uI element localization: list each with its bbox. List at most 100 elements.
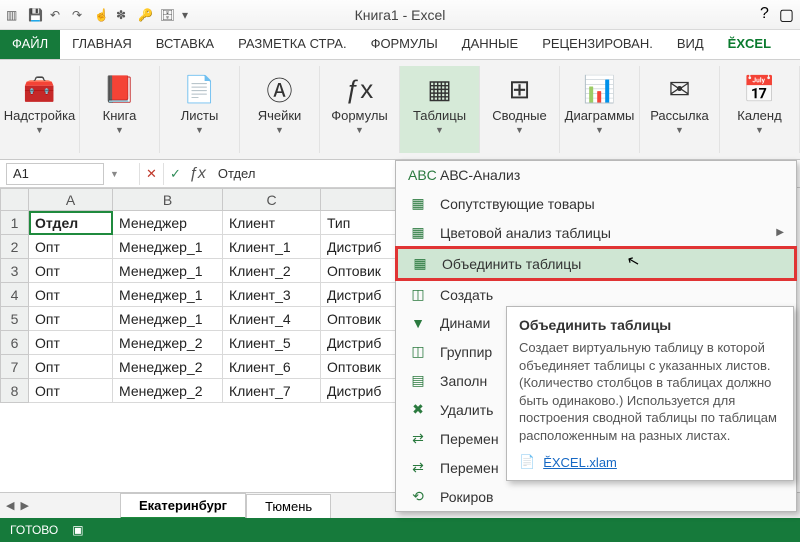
select-all[interactable]: [1, 189, 29, 211]
row-header-2[interactable]: 2: [1, 235, 29, 259]
tooltip-link[interactable]: ĔXCEL.xlam: [543, 455, 617, 470]
ribbon-рассылка[interactable]: ✉Рассылка▼: [640, 66, 720, 153]
caret-down-icon: ▼: [275, 125, 284, 135]
ribbon-opts-icon[interactable]: ▢: [779, 5, 794, 25]
row-header-6[interactable]: 6: [1, 331, 29, 355]
cancel-edit-icon[interactable]: ✕: [139, 163, 163, 185]
touch-icon[interactable]: ☝: [94, 8, 108, 22]
cell-A6[interactable]: Опт: [29, 331, 113, 355]
ribbon: 🧰Надстройка▼📕Книга▼📄Листы▼ⒶЯчейки▼ƒxФорм…: [0, 60, 800, 160]
cell-A4[interactable]: Опт: [29, 283, 113, 307]
menu-item-icon: ▤: [408, 372, 428, 389]
листы-icon: 📄: [183, 72, 217, 106]
tab-review[interactable]: РЕЦЕНЗИРОВАН.: [530, 30, 665, 59]
cell-B8[interactable]: Менеджер_2: [113, 379, 223, 403]
menu-item[interactable]: ⟲Рокиров: [396, 482, 796, 511]
menu-item-icon: ✖: [408, 401, 428, 418]
cell-C8[interactable]: Клиент_7: [223, 379, 321, 403]
caret-down-icon: ▼: [755, 125, 764, 135]
col-header-C[interactable]: C: [223, 189, 321, 211]
cell-C3[interactable]: Клиент_2: [223, 259, 321, 283]
sheet-nav-prev-icon[interactable]: ◀: [6, 499, 14, 512]
cell-C6[interactable]: Клиент_5: [223, 331, 321, 355]
namebox-caret-icon[interactable]: ▼: [110, 169, 119, 179]
ribbon-диаграммы[interactable]: 📊Диаграммы▼: [560, 66, 640, 153]
menu-item-icon: ▦: [408, 224, 428, 241]
row-header-1[interactable]: 1: [1, 211, 29, 235]
cell-B4[interactable]: Менеджер_1: [113, 283, 223, 307]
key-icon[interactable]: 🔑: [138, 8, 152, 22]
menu-item-icon: ◫: [408, 286, 428, 303]
tab-data[interactable]: ДАННЫЕ: [450, 30, 530, 59]
tooltip: Объединить таблицы Создает виртуальную т…: [506, 306, 794, 481]
ribbon-листы[interactable]: 📄Листы▼: [160, 66, 240, 153]
cell-B6[interactable]: Менеджер_2: [113, 331, 223, 355]
календ-icon: 📅: [743, 72, 777, 106]
caret-down-icon: ▼: [115, 125, 124, 135]
cell-B7[interactable]: Менеджер_2: [113, 355, 223, 379]
ribbon-формулы[interactable]: ƒxФормулы▼: [320, 66, 400, 153]
menu-item[interactable]: ◫Создать: [396, 280, 796, 309]
redo-icon[interactable]: ↷: [72, 8, 86, 22]
save-icon[interactable]: 💾: [28, 8, 42, 22]
fx-icon[interactable]: ƒx: [187, 165, 212, 183]
cell-A5[interactable]: Опт: [29, 307, 113, 331]
tab-home[interactable]: ГЛАВНАЯ: [60, 30, 144, 59]
caret-down-icon: ▼: [675, 125, 684, 135]
server-icon[interactable]: 🗄: [160, 8, 174, 22]
sheet-tab-active[interactable]: Екатеринбург: [120, 493, 246, 519]
sheet-tab-other[interactable]: Тюмень: [246, 494, 331, 518]
cell-A2[interactable]: Опт: [29, 235, 113, 259]
рассылка-icon: ✉: [663, 72, 697, 106]
macro-record-icon[interactable]: ▣: [72, 523, 83, 537]
caret-down-icon: ▼: [435, 125, 444, 135]
col-header-A[interactable]: A: [29, 189, 113, 211]
confirm-edit-icon[interactable]: ✓: [163, 163, 187, 185]
cell-B2[interactable]: Менеджер_1: [113, 235, 223, 259]
cell-A1[interactable]: Отдел: [29, 211, 113, 235]
tab-formulas[interactable]: ФОРМУЛЫ: [359, 30, 450, 59]
cell-A7[interactable]: Опт: [29, 355, 113, 379]
cell-C7[interactable]: Клиент_6: [223, 355, 321, 379]
cell-C5[interactable]: Клиент_4: [223, 307, 321, 331]
ribbon-календ[interactable]: 📅Календ▼: [720, 66, 800, 153]
cell-C2[interactable]: Клиент_1: [223, 235, 321, 259]
cell-B1[interactable]: Менеджер: [113, 211, 223, 235]
cell-B3[interactable]: Менеджер_1: [113, 259, 223, 283]
row-header-4[interactable]: 4: [1, 283, 29, 307]
ribbon-таблицы[interactable]: ▦Таблицы▼: [400, 66, 480, 153]
caret-down-icon: ▼: [515, 125, 524, 135]
sheet-nav-next-icon[interactable]: ▶: [20, 499, 28, 512]
tab-excel-addin[interactable]: ĔXCEL: [716, 30, 783, 59]
ribbon-сводные[interactable]: ⊞Сводные▼: [480, 66, 560, 153]
menu-item[interactable]: ▦Цветовой анализ таблицы▶: [396, 218, 796, 247]
tab-view[interactable]: ВИД: [665, 30, 716, 59]
ribbon-надстройка[interactable]: 🧰Надстройка▼: [0, 66, 80, 153]
qat-more-icon[interactable]: ▾: [182, 8, 196, 22]
undo-icon[interactable]: ↶: [50, 8, 64, 22]
row-header-5[interactable]: 5: [1, 307, 29, 331]
cell-A8[interactable]: Опт: [29, 379, 113, 403]
ribbon-ячейки[interactable]: ⒶЯчейки▼: [240, 66, 320, 153]
cell-A3[interactable]: Опт: [29, 259, 113, 283]
col-header-B[interactable]: B: [113, 189, 223, 211]
tab-insert[interactable]: ВСТАВКА: [144, 30, 226, 59]
menu-item-merge-tables[interactable]: ▦Объединить таблицы↖: [398, 249, 794, 278]
надстройка-icon: 🧰: [23, 72, 57, 106]
tab-layout[interactable]: РАЗМЕТКА СТРА.: [226, 30, 358, 59]
name-box[interactable]: [6, 163, 104, 185]
tab-file[interactable]: ФАЙЛ: [0, 30, 60, 59]
help-icon[interactable]: ?: [760, 5, 769, 25]
row-header-8[interactable]: 8: [1, 379, 29, 403]
ribbon-книга[interactable]: 📕Книга▼: [80, 66, 160, 153]
cell-C1[interactable]: Клиент: [223, 211, 321, 235]
propeller-icon[interactable]: ✽: [116, 8, 130, 22]
cell-B5[interactable]: Менеджер_1: [113, 307, 223, 331]
row-header-7[interactable]: 7: [1, 355, 29, 379]
row-header-3[interactable]: 3: [1, 259, 29, 283]
cell-C4[interactable]: Клиент_3: [223, 283, 321, 307]
formula-input[interactable]: Отдел: [212, 166, 256, 181]
menu-item[interactable]: ▦Сопутствующие товары: [396, 189, 796, 218]
menu-item[interactable]: ABCАВС-Анализ: [396, 161, 796, 189]
формулы-icon: ƒx: [343, 72, 377, 106]
